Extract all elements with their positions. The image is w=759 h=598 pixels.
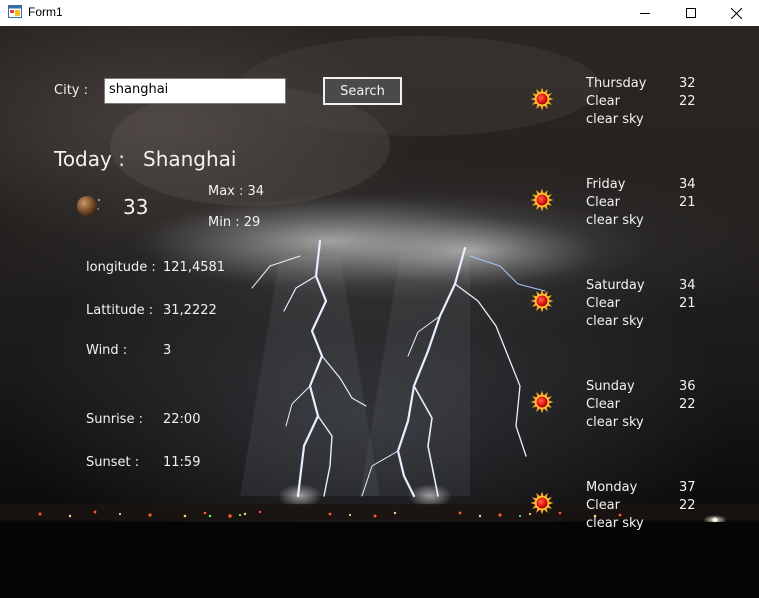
forecast-description: clear sky (586, 112, 644, 127)
city-label: City : (54, 83, 88, 98)
wind-label: Wind : (86, 343, 128, 358)
sun-icon (530, 390, 554, 414)
minimize-button[interactable] (622, 0, 668, 26)
maximize-button[interactable] (668, 0, 714, 26)
form-client-area: City : shanghai Search Today : Shanghai … (0, 26, 759, 598)
forecast-min: 21 (679, 296, 696, 311)
forecast-day-name: Friday (586, 177, 626, 192)
window-title: Form1 (28, 5, 63, 19)
forecast-description: clear sky (586, 516, 644, 531)
forecast-max: 36 (679, 379, 696, 394)
maximize-icon (686, 8, 696, 18)
today-temperature: 33 (123, 195, 149, 219)
today-label: Today : (54, 147, 125, 171)
longitude-value: 121,4581 (163, 260, 226, 275)
forecast-day-name: Sunday (586, 379, 635, 394)
app-icon (8, 5, 22, 18)
forecast-min: 22 (679, 397, 696, 412)
moon-icon (77, 196, 100, 216)
sun-icon (530, 289, 554, 313)
search-button[interactable]: Search (323, 77, 402, 105)
forecast-max: 34 (679, 177, 696, 192)
sun-icon (530, 491, 554, 515)
sunset-label: Sunset : (86, 455, 140, 470)
forecast-min: 22 (679, 498, 696, 513)
forecast-description: clear sky (586, 314, 644, 329)
forecast-day-name: Thursday (586, 76, 647, 91)
sunset-value: 11:59 (163, 455, 201, 470)
latitude-label: Lattitude : (86, 303, 154, 318)
sunrise-value: 22:00 (163, 412, 201, 427)
sun-icon (530, 87, 554, 111)
forecast-description: clear sky (586, 213, 644, 228)
forecast-condition: Clear (586, 397, 620, 412)
today-max: Max : 34 (208, 184, 265, 199)
forecast-condition: Clear (586, 498, 620, 513)
forecast-max: 37 (679, 480, 696, 495)
wind-value: 3 (163, 343, 172, 358)
forecast-max: 32 (679, 76, 696, 91)
forecast-description: clear sky (586, 415, 644, 430)
today-city: Shanghai (143, 147, 237, 171)
sunrise-label: Sunrise : (86, 412, 143, 427)
sun-icon (530, 188, 554, 212)
today-min: Min : 29 (208, 215, 261, 230)
longitude-label: longitude : (86, 260, 156, 275)
forecast-max: 34 (679, 278, 696, 293)
close-icon (730, 7, 742, 19)
forecast-day-name: Monday (586, 480, 638, 495)
forecast-day-name: Saturday (586, 278, 645, 293)
forecast-min: 21 (679, 195, 696, 210)
title-bar: Form1 (0, 0, 759, 26)
latitude-value: 31,2222 (163, 303, 217, 318)
minimize-icon (640, 13, 650, 14)
forecast-condition: Clear (586, 94, 620, 109)
forecast-condition: Clear (586, 195, 620, 210)
city-input[interactable]: shanghai (104, 78, 286, 104)
close-button[interactable] (713, 0, 759, 26)
forecast-min: 22 (679, 94, 696, 109)
forecast-condition: Clear (586, 296, 620, 311)
